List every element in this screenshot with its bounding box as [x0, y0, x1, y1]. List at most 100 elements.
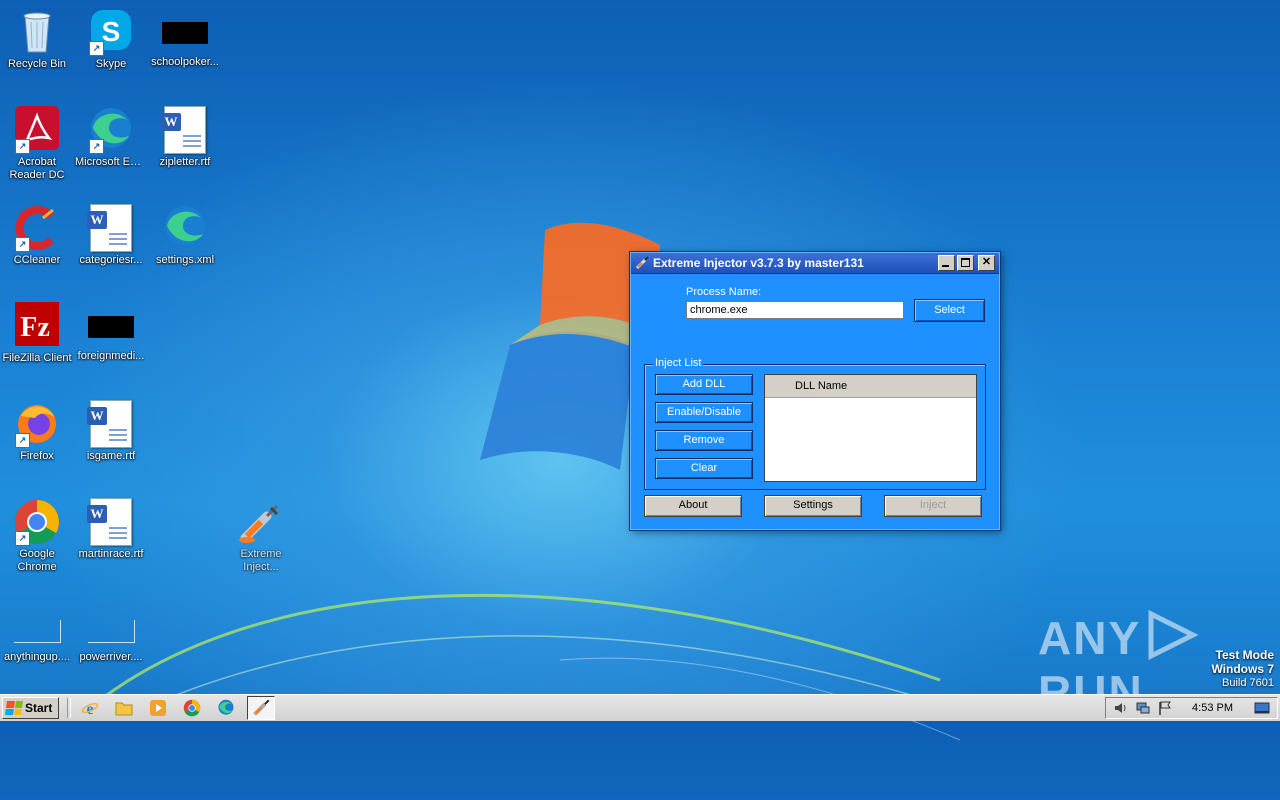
- edge-icon: ↗: [87, 106, 135, 154]
- black-thumbnail-icon: [162, 22, 208, 44]
- desktop-icon-chrome[interactable]: ↗ Google Chrome: [0, 498, 74, 574]
- taskbar-separator: [67, 698, 72, 718]
- network-icon[interactable]: [1135, 700, 1151, 716]
- volume-icon[interactable]: [1113, 700, 1129, 716]
- desktop-icon-label: powerriver....: [79, 651, 143, 663]
- desktop-icon-label: settings.xml: [155, 254, 215, 266]
- desktop-icon-schoolpoker[interactable]: schoolpoker...: [148, 8, 222, 69]
- start-button[interactable]: Start: [2, 697, 60, 719]
- filezilla-icon: Fz: [13, 302, 61, 350]
- inject-button[interactable]: Inject: [884, 495, 982, 517]
- desktop-icon-isgame[interactable]: W isgame.rtf: [74, 400, 148, 463]
- desktop-icon-skype[interactable]: S ↗ Skype: [74, 8, 148, 71]
- about-button[interactable]: About: [644, 495, 742, 517]
- test-mode-notice: Test Mode Windows 7 Build 7601: [1211, 648, 1274, 690]
- internet-explorer-icon[interactable]: e: [77, 697, 103, 719]
- extreme-injector-window: Extreme Injector v3.7.3 by master131 ✕ P…: [630, 252, 1000, 530]
- action-center-flag-icon[interactable]: [1157, 700, 1173, 716]
- select-button[interactable]: Select: [914, 299, 985, 322]
- desktop-icon-label: isgame.rtf: [86, 450, 136, 462]
- desktop-icon-settings-xml[interactable]: settings.xml: [148, 204, 222, 267]
- desktop-icon-label: foreignmedi...: [77, 350, 145, 362]
- syringe-icon: [237, 498, 285, 546]
- blank-thumbnail-icon: [13, 620, 61, 643]
- process-name-input[interactable]: [686, 301, 904, 319]
- firefox-icon: ↗: [13, 400, 61, 448]
- desktop-icon-categoriesr[interactable]: W categoriesr...: [74, 204, 148, 267]
- word-doc-icon: W: [87, 498, 135, 546]
- dll-name-column-header[interactable]: DLL Name: [765, 375, 976, 398]
- desktop-icon-label: Extreme Inject...: [240, 548, 282, 573]
- desktop-icon-recycle-bin[interactable]: Recycle Bin: [0, 8, 74, 71]
- desktop-icon-label: Acrobat Reader DC: [9, 156, 65, 181]
- build-label: Build 7601: [1222, 677, 1274, 689]
- desktop-icon-ccleaner[interactable]: ↗ CCleaner: [0, 204, 74, 267]
- system-tray: 4:53 PM: [1105, 697, 1278, 719]
- desktop-icon-label: schoolpoker...: [151, 56, 219, 68]
- svg-text:S: S: [102, 16, 121, 47]
- dll-list[interactable]: DLL Name: [764, 374, 977, 482]
- play-triangle-icon: [1148, 609, 1199, 661]
- shortcut-arrow-icon: ↗: [15, 237, 30, 252]
- extreme-injector-icon[interactable]: [247, 696, 276, 720]
- clock[interactable]: 4:53 PM: [1192, 702, 1233, 714]
- skype-icon: S ↗: [87, 8, 135, 56]
- settings-button[interactable]: Settings: [764, 495, 862, 517]
- desktop-icon-martinrace[interactable]: W martinrace.rtf: [74, 498, 148, 561]
- edge-icon: [161, 204, 209, 252]
- close-button[interactable]: ✕: [978, 255, 995, 271]
- window-title: Extreme Injector v3.7.3 by master131: [653, 256, 864, 270]
- desktop-icon-label: Firefox: [20, 450, 54, 462]
- desktop-icon-label: Skype: [95, 58, 127, 70]
- add-dll-button[interactable]: Add DLL: [655, 374, 753, 395]
- syringe-icon: [635, 256, 649, 270]
- desktop-icon-label: categoriesr...: [79, 254, 143, 266]
- os-label: Windows 7: [1211, 662, 1274, 676]
- desktop-icon-label: martinrace.rtf: [78, 548, 144, 560]
- taskbar: Start e 4:53 PM: [0, 694, 1280, 721]
- desktop-icon-zipletter[interactable]: W zipletter.rtf: [148, 106, 222, 169]
- maximize-button[interactable]: [957, 255, 974, 271]
- desktop-icon-label: Microsoft Edge: [75, 156, 148, 168]
- ccleaner-icon: ↗: [13, 204, 61, 252]
- media-player-icon[interactable]: [145, 697, 171, 719]
- desktop-icon-label: zipletter.rtf: [159, 156, 211, 168]
- minimize-button[interactable]: [938, 255, 955, 271]
- black-thumbnail-icon: [88, 316, 134, 338]
- shortcut-arrow-icon: ↗: [89, 139, 104, 154]
- inject-list-legend: Inject List: [653, 357, 704, 369]
- word-doc-icon: W: [161, 106, 209, 154]
- file-explorer-icon[interactable]: [111, 697, 137, 719]
- word-doc-icon: W: [87, 400, 135, 448]
- windows-flag-icon: [5, 701, 23, 715]
- window-titlebar[interactable]: Extreme Injector v3.7.3 by master131 ✕: [631, 253, 999, 274]
- watermark-text-left: ANY: [1038, 612, 1142, 664]
- desktop-icon-acrobat[interactable]: ↗ Acrobat Reader DC: [0, 106, 74, 182]
- remove-button[interactable]: Remove: [655, 430, 753, 451]
- desktop-icon-label: Recycle Bin: [7, 58, 67, 70]
- shortcut-arrow-icon: ↗: [15, 139, 30, 154]
- wallpaper-swoosh: [99, 593, 960, 741]
- shortcut-arrow-icon: ↗: [15, 433, 30, 448]
- desktop-icon-powerriver[interactable]: powerriver....: [74, 606, 148, 664]
- shortcut-arrow-icon: ↗: [15, 531, 30, 546]
- clear-button[interactable]: Clear: [655, 458, 753, 479]
- word-doc-icon: W: [87, 204, 135, 252]
- desktop-icon-label: FileZilla Client: [2, 352, 72, 364]
- desktop-icon-anythingup[interactable]: anythingup....: [0, 606, 74, 664]
- svg-text:Fz: Fz: [20, 312, 50, 343]
- desktop-icon-firefox[interactable]: ↗ Firefox: [0, 400, 74, 463]
- desktop-icon-foreignmedi[interactable]: foreignmedi...: [74, 302, 148, 363]
- desktop-icon-label: Google Chrome: [17, 548, 57, 573]
- chrome-icon[interactable]: [179, 697, 205, 719]
- enable-disable-button[interactable]: Enable/Disable: [655, 402, 753, 423]
- show-desktop-icon[interactable]: [1254, 700, 1270, 716]
- recycle-bin-icon: [13, 8, 61, 56]
- desktop-icon-filezilla[interactable]: Fz FileZilla Client: [0, 302, 74, 365]
- edge-icon[interactable]: [213, 697, 239, 719]
- desktop-icon-extreme-injector[interactable]: Extreme Inject...: [224, 498, 298, 574]
- desktop-icon-label: anythingup....: [3, 651, 71, 663]
- process-name-label: Process Name:: [686, 286, 762, 298]
- acrobat-icon: ↗: [13, 106, 61, 154]
- desktop-icon-edge[interactable]: ↗ Microsoft Edge: [74, 106, 148, 169]
